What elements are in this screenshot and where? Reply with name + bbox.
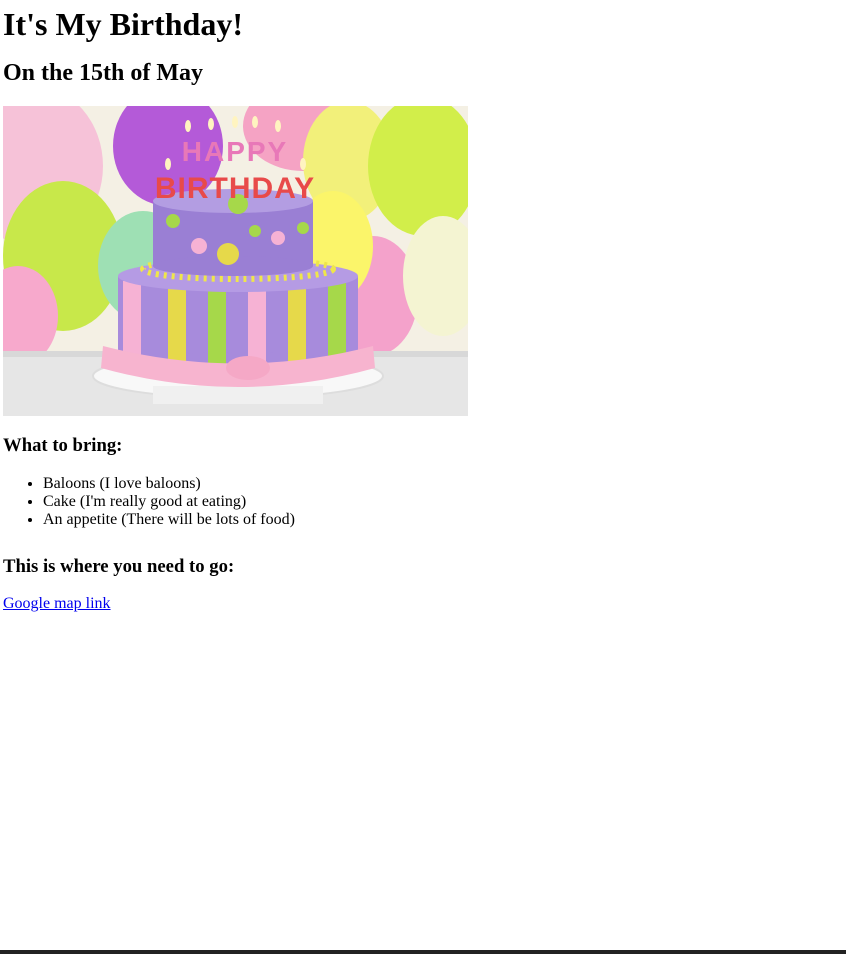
cake-candle-text-happy: HAPPY xyxy=(182,136,288,167)
where-heading: This is where you need to go: xyxy=(3,556,235,577)
page-subtitle: On the 15th of May xyxy=(3,60,203,86)
bottom-bar xyxy=(0,950,846,954)
list-item: An appetite (There will be lots of food) xyxy=(43,511,846,529)
list-item: Cake (I'm really good at eating) xyxy=(43,493,846,511)
page-title: It's My Birthday! xyxy=(3,6,243,42)
google-map-link[interactable]: Google map link xyxy=(3,595,111,613)
bring-heading: What to bring: xyxy=(3,435,123,456)
cake-candle-text-birthday: BIRTHDAY xyxy=(155,172,315,205)
birthday-cake-image: HAPPY BIRTHDAY xyxy=(3,106,468,416)
bring-list: Baloons (I love baloons) Cake (I'm reall… xyxy=(3,475,846,529)
list-item: Baloons (I love baloons) xyxy=(43,475,846,493)
page: It's My Birthday! On the 15th of May HAP… xyxy=(0,0,846,954)
